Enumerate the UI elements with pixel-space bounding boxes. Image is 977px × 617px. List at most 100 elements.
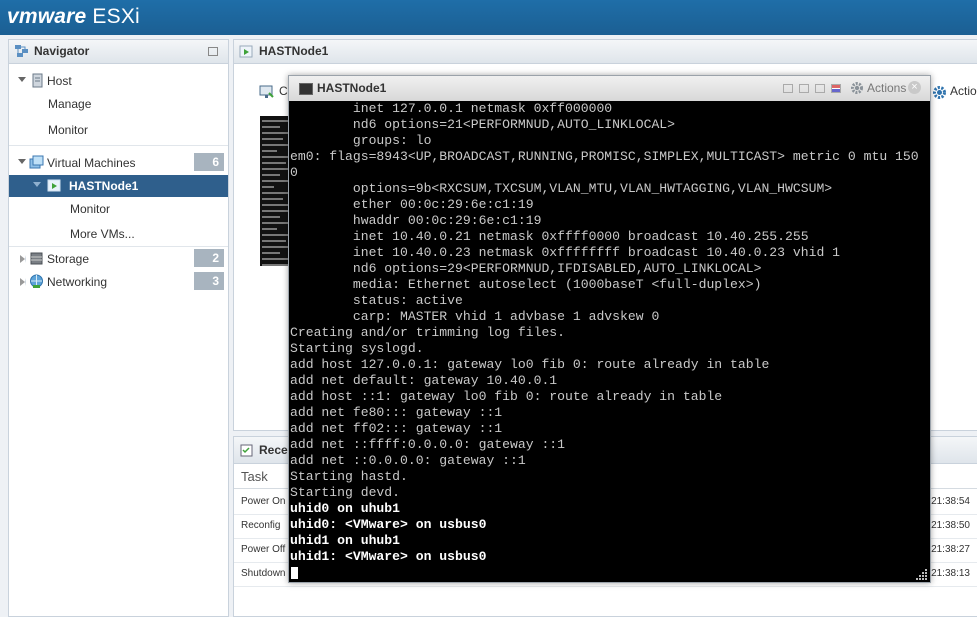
navigator-title: Navigator [34, 44, 90, 58]
monitor-icon [299, 83, 313, 95]
vmware-esxi-logo: vmware ESXi [7, 5, 140, 28]
console-icon[interactable] [259, 84, 275, 100]
console-line: Starting syslogd. [290, 341, 424, 356]
console-line: add net default: gateway 10.40.0.1 [290, 373, 558, 388]
restore-icon[interactable] [799, 84, 809, 93]
console-line: carp: MASTER vhid 1 advbase 1 advskew 0 [290, 309, 660, 324]
chevron-down-icon[interactable] [18, 77, 26, 82]
task-time: 21:38:27 [931, 544, 970, 555]
console-button-label[interactable]: C [279, 84, 288, 98]
minimize-icon[interactable] [208, 47, 218, 56]
task-column-label: Task [241, 469, 268, 484]
console-line: uhid0: <VMware> on usbus0 [290, 517, 487, 532]
nav-vm-hastnode1[interactable]: HASTNode1 [9, 175, 228, 197]
console-line: Starting devd. [290, 485, 401, 500]
vm-powered-on-icon [239, 45, 253, 58]
nav-virtual-machines[interactable]: Virtual Machines 6 [9, 152, 228, 174]
nav-host-monitor-label: Monitor [48, 123, 89, 137]
console-line: groups: lo [290, 133, 432, 148]
actions-menu-label[interactable]: Actio [950, 84, 977, 98]
navigator-header: Navigator [9, 40, 228, 64]
nav-host-label: Host [47, 74, 72, 88]
nav-manage-label: Manage [48, 97, 92, 111]
top-bar: vmware ESXi [0, 0, 977, 35]
nav-vm-monitor-label: Monitor [70, 202, 111, 216]
nav-networking-label: Networking [47, 275, 108, 289]
resize-handle-icon[interactable] [916, 568, 928, 580]
navigator-panel: Navigator Host Manage Monitor Virtual Ma… [8, 39, 229, 617]
count-badge: 2 [194, 249, 224, 267]
task-time: 21:38:54 [931, 496, 970, 507]
console-line: media: Ethernet autoselect (1000baseT <f… [290, 277, 762, 292]
storage-icon [30, 252, 43, 265]
vm-powered-on-icon [47, 179, 61, 192]
console-output: inet 127.0.0.1 netmask 0xff000000 nd6 op… [290, 101, 919, 565]
console-line: status: active [290, 293, 463, 308]
console-line: nd6 options=21<PERFORMNUD,AUTO_LINKLOCAL… [290, 117, 676, 132]
task-name: Shutdown [241, 568, 286, 579]
chevron-down-icon[interactable] [33, 182, 41, 187]
close-icon[interactable]: × [908, 81, 921, 94]
nav-host-monitor[interactable]: Monitor [9, 119, 228, 141]
nav-networking[interactable]: Networking 3 [9, 271, 228, 293]
task-name: Power On [241, 496, 286, 507]
nav-vm-hastnode1-label: HASTNode1 [69, 179, 139, 193]
console-line: uhid1: <VMware> on usbus0 [290, 549, 487, 564]
console-line: add host ::1: gateway lo0 fib 0: route a… [290, 389, 723, 404]
console-line: hwaddr 00:0c:29:6e:c1:19 [290, 213, 542, 228]
chevron-down-icon[interactable] [18, 159, 26, 164]
count-badge: 3 [194, 272, 224, 290]
virtual-machines-icon [29, 155, 44, 169]
text-cursor [291, 567, 298, 579]
task-time: 21:38:50 [931, 520, 970, 531]
minimize-icon[interactable] [783, 84, 793, 93]
console-line: options=9b<RXCSUM,TXCSUM,VLAN_MTU,VLAN_H… [290, 181, 833, 196]
nav-manage[interactable]: Manage [9, 93, 228, 115]
nav-virtual-machines-label: Virtual Machines [47, 156, 136, 170]
vm-panel-header: HASTNode1 [234, 40, 977, 64]
keyboard-layout-icon[interactable] [831, 84, 841, 93]
console-screen[interactable]: inet 127.0.0.1 netmask 0xff000000 nd6 op… [289, 101, 930, 582]
nav-vm-monitor[interactable]: Monitor [9, 198, 228, 220]
console-line: uhid1 on uhub1 [290, 533, 401, 548]
console-line: add host 127.0.0.1: gateway lo0 fib 0: r… [290, 357, 770, 372]
maximize-icon[interactable] [815, 84, 825, 93]
navigator-icon [15, 45, 28, 57]
nav-storage-label: Storage [47, 252, 90, 266]
console-line: 0 [290, 165, 298, 180]
chevron-right-icon[interactable] [20, 278, 26, 286]
vm-panel-title: HASTNode1 [259, 44, 329, 58]
console-actions-label[interactable]: Actions [867, 81, 906, 95]
chevron-right-icon[interactable] [20, 255, 26, 263]
divider [9, 246, 228, 247]
vm-screen-thumbnail[interactable] [260, 116, 290, 266]
networking-icon [30, 274, 43, 288]
console-line: Creating and/or trimming log files. [290, 325, 566, 340]
nav-host[interactable]: Host [9, 70, 228, 92]
nav-more-vms[interactable]: More VMs... [9, 223, 228, 245]
console-line: add net ::0.0.0.0: gateway ::1 [290, 453, 526, 468]
console-line: add net ::ffff:0.0.0.0: gateway ::1 [290, 437, 566, 452]
console-line: Starting hastd. [290, 469, 408, 484]
console-line: uhid0 on uhub1 [290, 501, 401, 516]
task-time: 21:38:13 [931, 568, 970, 579]
nav-more-vms-label: More VMs... [70, 227, 135, 241]
divider [9, 145, 228, 146]
host-icon [32, 73, 43, 88]
console-line: inet 10.40.0.23 netmask 0xffffffff broad… [290, 245, 841, 260]
console-title: HASTNode1 [317, 81, 387, 95]
recent-tasks-title: Rece [259, 443, 288, 457]
task-name: Reconfig [241, 520, 281, 531]
console-line: add net fe80::: gateway ::1 [290, 405, 503, 420]
gear-icon[interactable] [850, 81, 864, 95]
console-line: inet 127.0.0.1 netmask 0xff000000 [290, 101, 613, 116]
console-line: inet 10.40.0.21 netmask 0xffff0000 broad… [290, 229, 809, 244]
count-badge: 6 [194, 153, 224, 171]
gear-icon[interactable] [932, 85, 947, 100]
console-line: ether 00:0c:29:6e:c1:19 [290, 197, 534, 212]
clipboard-icon [240, 444, 253, 457]
console-titlebar[interactable]: HASTNode1 Actions × [289, 76, 930, 100]
console-window[interactable]: HASTNode1 Actions × inet 127.0.0.1 netma… [288, 75, 931, 583]
nav-storage[interactable]: Storage 2 [9, 248, 228, 270]
console-line: em0: flags=8943<UP,BROADCAST,RUNNING,PRO… [290, 149, 919, 164]
